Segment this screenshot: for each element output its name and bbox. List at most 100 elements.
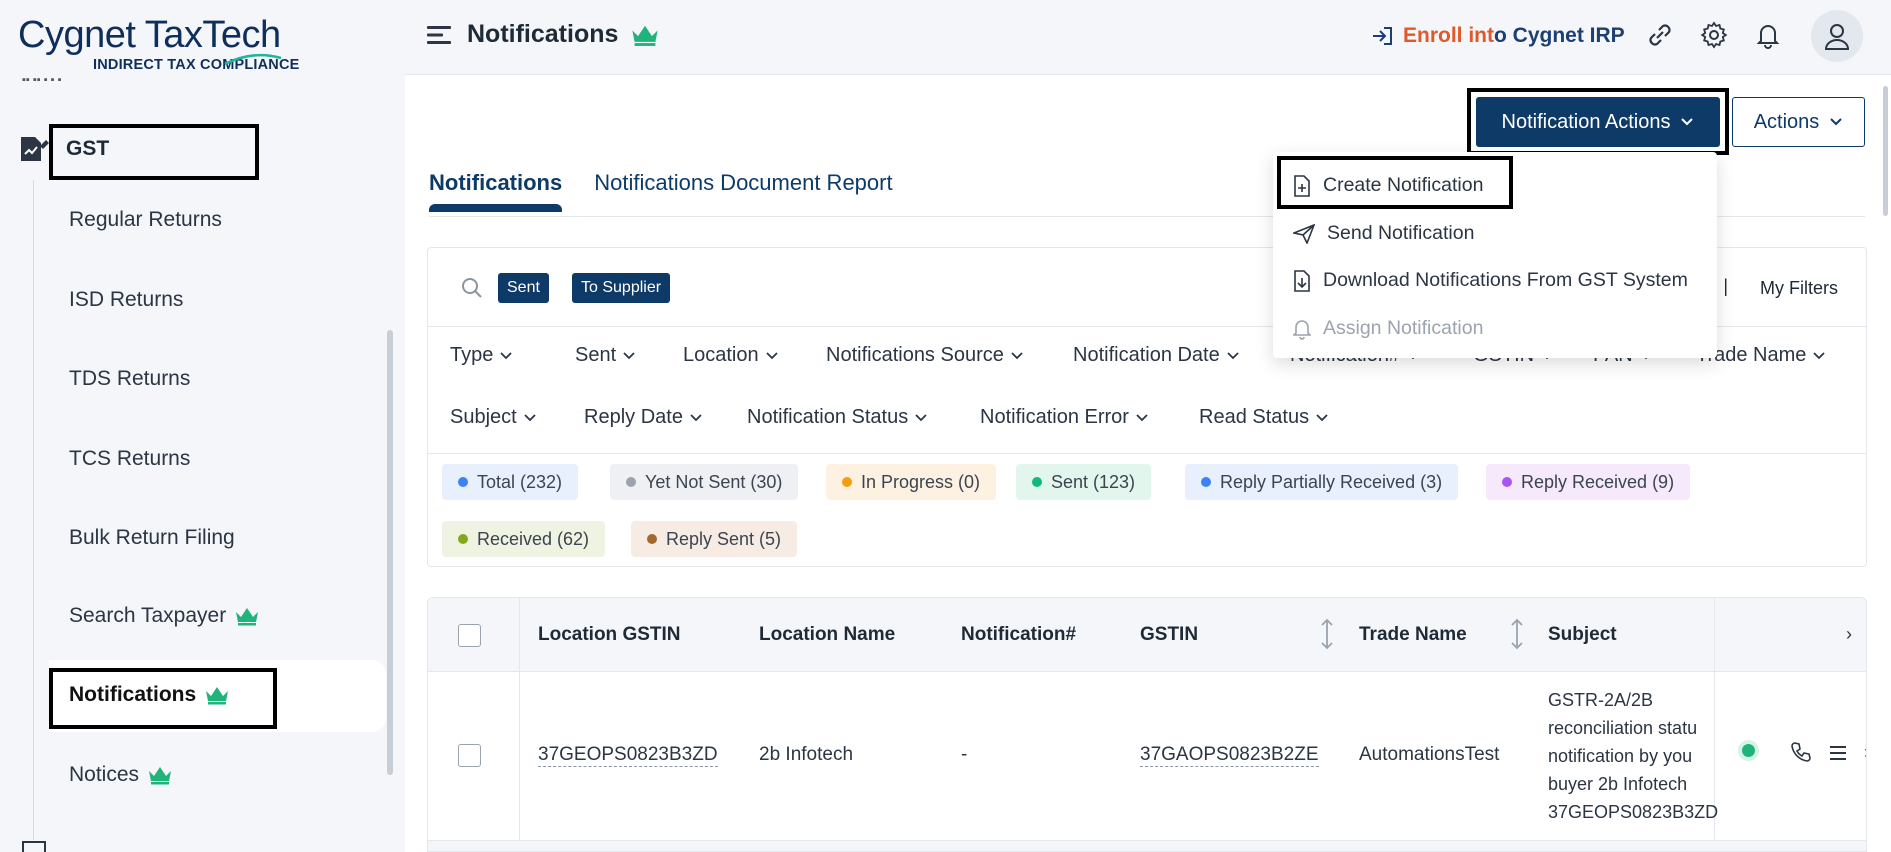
filter-type[interactable]: Type xyxy=(450,344,575,367)
gst-returns-icon xyxy=(21,137,49,161)
file-download-icon xyxy=(1294,269,1310,292)
column-header-gstin[interactable]: GSTIN xyxy=(1140,624,1198,646)
stat-reply-received[interactable]: Reply Received (9) xyxy=(1486,464,1691,500)
sidebar-item-label: Bulk Return Filing xyxy=(69,526,235,549)
sort-icon[interactable] xyxy=(1510,618,1524,650)
column-header-notification-number[interactable]: Notification# xyxy=(961,624,1076,646)
sidebar-item-label: TDS Returns xyxy=(69,367,191,390)
filter-notification-date[interactable]: Notification Date xyxy=(1073,344,1290,367)
sidebar-scrollbar[interactable] xyxy=(387,330,393,775)
sidebar-section-gst[interactable]: GST xyxy=(66,137,109,161)
actions-button[interactable]: Actions xyxy=(1732,97,1865,147)
cell-gstin[interactable]: 37GAOPS0823B2ZE xyxy=(1140,744,1319,767)
column-header-subject[interactable]: Subject xyxy=(1548,624,1617,646)
filter-notifications-source[interactable]: Notifications Source xyxy=(826,344,1073,367)
status-dot xyxy=(1032,477,1042,487)
cell-location-name: 2b Infotech xyxy=(759,744,854,765)
menu-item-send-notification[interactable]: Send Notification xyxy=(1293,222,1474,245)
subject-line: reconciliation statu xyxy=(1548,718,1698,738)
filter-sent[interactable]: Sent xyxy=(575,344,683,367)
filters-separator: | xyxy=(1723,276,1728,296)
filter-subject[interactable]: Subject xyxy=(450,406,584,429)
stat-in-progress[interactable]: In Progress (0) xyxy=(826,464,997,500)
filter-chip-to-supplier[interactable]: To Supplier xyxy=(572,273,671,303)
filter-location[interactable]: Location xyxy=(683,344,826,367)
select-all-checkbox[interactable] xyxy=(458,624,481,647)
sidebar-truncated-bottom-item[interactable] xyxy=(22,838,222,852)
filter-label: Notification Date xyxy=(1073,344,1220,366)
stat-sent[interactable]: Sent (123) xyxy=(1016,464,1152,500)
column-header-location-name[interactable]: Location Name xyxy=(759,624,895,646)
sidebar-item-label: Search Taxpayer xyxy=(69,604,227,627)
cell-trade-name: AutomationsTest xyxy=(1359,744,1500,765)
sidebar-tree-line xyxy=(33,180,34,840)
phone-icon[interactable] xyxy=(1790,741,1812,763)
enroll-irp-link[interactable]: Enroll into Cygnet IRP xyxy=(1371,24,1625,48)
filter-label: Sent xyxy=(575,344,617,366)
filter-notification-error[interactable]: Notification Error xyxy=(980,406,1199,429)
sidebar-item-tcs-returns[interactable]: TCS Returns xyxy=(69,447,190,471)
filter-dropdowns-row-2: Subject Reply Date Notification Status N… xyxy=(450,406,1328,429)
sidebar-item-regular-returns[interactable]: Regular Returns xyxy=(69,208,222,232)
sidebar-truncated-item: ▪▪ ▪▪ ▪ ▪ ▪ xyxy=(22,74,62,82)
user-avatar[interactable] xyxy=(1811,10,1863,62)
enroll-text-orange: Enroll int xyxy=(1403,24,1494,47)
stat-label: In Progress (0) xyxy=(861,471,981,492)
filter-notification-status[interactable]: Notification Status xyxy=(747,406,980,429)
stat-label: Reply Partially Received (3) xyxy=(1220,471,1443,492)
status-indicator-dot xyxy=(1742,744,1755,757)
chevron-down-icon xyxy=(690,413,702,421)
stat-reply-partially-received[interactable]: Reply Partially Received (3) xyxy=(1185,464,1459,500)
column-header-location-gstin[interactable]: Location GSTIN xyxy=(538,624,681,646)
crown-icon xyxy=(236,608,259,626)
notification-actions-label: Notification Actions xyxy=(1501,110,1671,133)
sidebar-item-bulk-return-filing[interactable]: Bulk Return Filing xyxy=(69,526,235,550)
filter-chip-sent[interactable]: Sent xyxy=(498,273,549,303)
search-icon[interactable] xyxy=(460,276,484,300)
sidebar: Cygnet TaxTech INDIRECT TAX COMPLIANCE ▪… xyxy=(0,0,405,852)
row-checkbox[interactable] xyxy=(458,744,481,767)
subject-line: GSTR-2A/2B xyxy=(1548,690,1654,710)
chevron-down-icon xyxy=(1227,351,1239,359)
stat-total[interactable]: Total (232) xyxy=(442,464,579,500)
menu-item-label: Download Notifications From GST System xyxy=(1323,269,1688,291)
stat-reply-sent[interactable]: Reply Sent (5) xyxy=(631,521,798,557)
stat-yet-not-sent[interactable]: Yet Not Sent (30) xyxy=(610,464,799,500)
tab-notifications-document-report[interactable]: Notifications Document Report xyxy=(594,170,892,212)
bell-icon[interactable] xyxy=(1753,20,1783,50)
menu-item-download-notifications[interactable]: Download Notifications From GST System xyxy=(1293,269,1688,292)
tab-notifications[interactable]: Notifications xyxy=(429,170,563,212)
brand-logo[interactable]: Cygnet TaxTech INDIRECT TAX COMPLIANCE xyxy=(18,14,300,73)
actions-label: Actions xyxy=(1753,110,1820,133)
my-filters-link[interactable]: My Filters xyxy=(1760,278,1838,299)
status-summary: Total (232) Yet Not Sent (30) In Progres… xyxy=(428,453,1866,568)
menu-item-assign-notification: Assign Notification xyxy=(1293,317,1483,340)
sidebar-item-search-taxpayer[interactable]: Search Taxpayer xyxy=(69,604,260,628)
chevron-down-icon xyxy=(765,351,778,359)
sidebar-item-label: ISD Returns xyxy=(69,288,184,311)
notification-actions-button[interactable]: Notification Actions xyxy=(1476,97,1720,147)
menu-lines-icon[interactable] xyxy=(1828,744,1848,762)
filter-reply-date[interactable]: Reply Date xyxy=(584,406,747,429)
gear-icon[interactable] xyxy=(1699,20,1729,50)
sidebar-item-isd-returns[interactable]: ISD Returns xyxy=(69,288,183,312)
status-dot xyxy=(458,477,468,487)
chevron-down-icon xyxy=(1681,118,1694,126)
stat-label: Yet Not Sent (30) xyxy=(645,471,783,492)
tabs: Notifications Notifications Document Rep… xyxy=(429,170,893,212)
stat-received[interactable]: Received (62) xyxy=(442,521,606,557)
main-scrollbar[interactable] xyxy=(1883,86,1888,216)
column-header-trade-name[interactable]: Trade Name xyxy=(1359,624,1467,646)
cell-notification-number: - xyxy=(961,744,968,765)
filter-label: Read Status xyxy=(1199,406,1310,428)
link-icon[interactable] xyxy=(1645,20,1675,50)
sort-icon[interactable] xyxy=(1320,618,1334,650)
table-header: Location GSTIN Location Name Notificatio… xyxy=(428,598,1866,851)
more-columns-indicator: › xyxy=(1846,624,1852,644)
filter-read-status[interactable]: Read Status xyxy=(1199,406,1328,429)
hamburger-menu-icon[interactable] xyxy=(427,24,451,46)
sidebar-item-tds-returns[interactable]: TDS Returns xyxy=(69,367,190,391)
cell-location-gstin[interactable]: 37GEOPS0823B3ZD xyxy=(538,744,718,767)
chevron-down-icon xyxy=(1830,118,1843,126)
sidebar-item-notices[interactable]: Notices xyxy=(69,763,173,787)
